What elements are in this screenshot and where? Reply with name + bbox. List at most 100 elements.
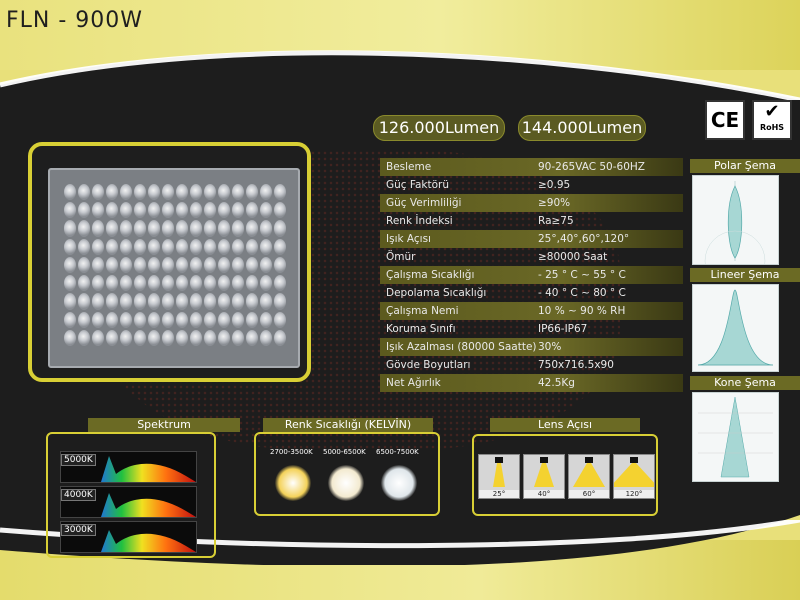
- lens-angle-value: 40°: [524, 490, 564, 498]
- led-lens: [232, 329, 244, 346]
- spec-table: Besleme 90-265VAC 50-60HZ Güç Faktörü ≥0.95…: [380, 158, 683, 392]
- led-lens: [218, 293, 230, 310]
- led-lens: [274, 184, 286, 201]
- spec-key: Net Ağırlık: [386, 377, 441, 389]
- led-lens: [190, 293, 202, 310]
- rohs-mark-icon: ✔ RoHS: [752, 100, 792, 140]
- led-lens: [106, 329, 118, 346]
- led-lens: [260, 293, 272, 310]
- spec-key: Işık Açısı: [386, 233, 431, 245]
- lumen-badge-2: 144.000Lumen: [518, 115, 646, 141]
- led-lens: [204, 293, 216, 310]
- spec-value: ≥0.95: [538, 179, 571, 191]
- spectrum-temp-label: 4000K: [61, 489, 96, 501]
- led-lens: [92, 293, 104, 310]
- led-lens: [260, 184, 272, 201]
- led-lens: [106, 238, 118, 255]
- led-lens: [78, 184, 90, 201]
- led-lens: [78, 202, 90, 219]
- led-lens: [148, 202, 160, 219]
- led-lens: [92, 275, 104, 292]
- spec-row: Işık Azalması (80000 Saatte) 30%: [380, 338, 683, 356]
- led-lens: [162, 238, 174, 255]
- spec-row: Gövde Boyutları 750x716.5x90: [380, 356, 683, 374]
- led-lens: [106, 202, 118, 219]
- linear-diagram-label: Lineer Şema: [690, 268, 800, 282]
- kelvin-range-label: 2700-3500K: [270, 448, 313, 456]
- led-lens: [204, 329, 216, 346]
- lumen-badge-1: 126.000Lumen: [373, 115, 505, 141]
- led-lens: [64, 329, 76, 346]
- ce-mark-icon: CE: [705, 100, 745, 140]
- led-lens: [204, 202, 216, 219]
- led-lens: [162, 256, 174, 274]
- led-lens: [218, 275, 230, 292]
- led-lens: [148, 329, 160, 346]
- spec-row: Çalışma Sıcaklığı - 25 ° C ~ 55 ° C: [380, 266, 683, 284]
- led-lens: [64, 275, 76, 292]
- led-lens: [92, 329, 104, 346]
- led-lens: [260, 220, 272, 237]
- spec-value: 10 % ~ 90 % RH: [538, 305, 626, 317]
- led-lens: [64, 256, 76, 274]
- kelvin-light-sample: [328, 465, 364, 501]
- led-lens: [176, 275, 188, 292]
- spec-value: 25°,40°,60°,120°: [538, 233, 630, 245]
- spec-key: Çalışma Nemi: [386, 305, 459, 317]
- checkmark-icon: ✔: [764, 101, 780, 122]
- led-lens: [190, 275, 202, 292]
- led-lens: [246, 293, 258, 310]
- led-lens: [92, 256, 104, 274]
- led-lens: [260, 311, 272, 328]
- spec-key: Renk İndeksi: [386, 215, 453, 227]
- led-lens: [176, 256, 188, 274]
- led-lens: [120, 293, 132, 310]
- led-lens: [162, 329, 174, 346]
- spec-row: Renk İndeksi Ra≥75: [380, 212, 683, 230]
- led-lens: [120, 184, 132, 201]
- led-lens: [134, 184, 146, 201]
- spec-key: Depolama Sıcaklığı: [386, 287, 487, 299]
- led-lens: [148, 256, 160, 274]
- kelvin-range-label: 6500-7500K: [376, 448, 419, 456]
- spec-row: Ömür ≥80000 Saat: [380, 248, 683, 266]
- led-lens: [134, 275, 146, 292]
- spec-value: IP66-IP67: [538, 323, 588, 335]
- led-lens: [106, 311, 118, 328]
- spec-value: - 40 ° C ~ 80 ° C: [538, 287, 626, 299]
- led-lens: [162, 293, 174, 310]
- led-lens: [274, 275, 286, 292]
- led-lens: [148, 184, 160, 201]
- led-lens: [190, 202, 202, 219]
- spec-key: Koruma Sınıfı: [386, 323, 456, 335]
- spec-row: Besleme 90-265VAC 50-60HZ: [380, 158, 683, 176]
- led-lens: [64, 293, 76, 310]
- led-lens: [148, 293, 160, 310]
- led-lens: [120, 275, 132, 292]
- spectrum-temp-label: 5000K: [61, 454, 96, 466]
- led-lens: [148, 220, 160, 237]
- led-lens: [218, 256, 230, 274]
- led-lens: [92, 184, 104, 201]
- led-lens: [218, 238, 230, 255]
- led-lens: [176, 220, 188, 237]
- led-lens: [92, 311, 104, 328]
- lens-angle-value: 25°: [479, 490, 519, 498]
- led-lens: [204, 220, 216, 237]
- led-lens: [190, 238, 202, 255]
- led-lens: [260, 256, 272, 274]
- led-lens: [190, 329, 202, 346]
- led-lens: [120, 256, 132, 274]
- spec-row: Koruma Sınıfı IP66-IP67: [380, 320, 683, 338]
- led-lens: [274, 220, 286, 237]
- led-lens: [78, 238, 90, 255]
- led-lens: [190, 184, 202, 201]
- led-lens: [120, 329, 132, 346]
- led-lens: [148, 311, 160, 328]
- led-lens: [176, 184, 188, 201]
- polar-diagram-label: Polar Şema: [690, 159, 800, 173]
- led-lens: [204, 238, 216, 255]
- led-lens: [176, 311, 188, 328]
- led-lens: [134, 329, 146, 346]
- led-lens: [78, 275, 90, 292]
